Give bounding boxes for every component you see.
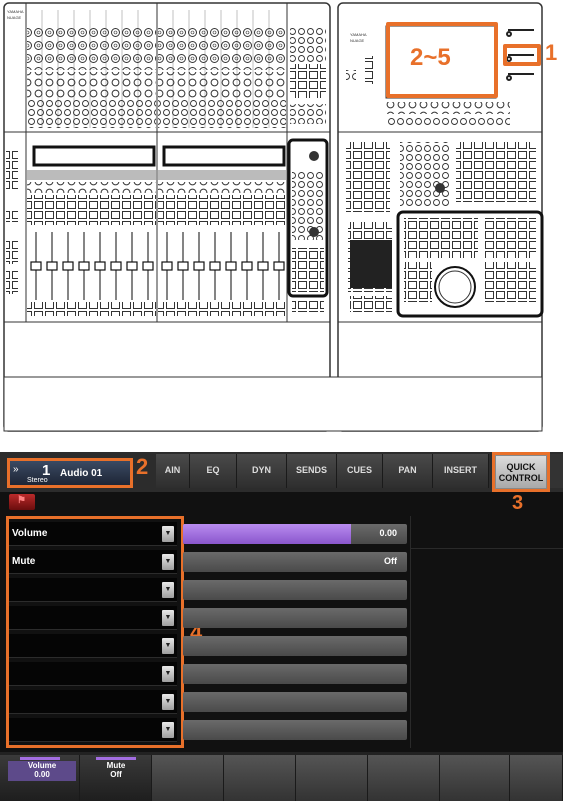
callout-2-5: 2~5 [410,44,451,71]
track-type: Stereo [27,477,48,484]
dropdown-arrow-icon[interactable]: ▼ [162,610,174,626]
track-name: Audio 01 [60,468,103,479]
dropdown-arrow-icon[interactable]: ▼ [162,526,174,542]
selection-indicator [20,757,60,760]
tab-sends[interactable]: SENDS [287,454,337,488]
tab-dyn[interactable]: DYN [237,454,287,488]
svg-text:NUAGE: NUAGE [350,38,365,43]
parameter-value-slider[interactable] [183,720,407,740]
parameter-row[interactable]: Volume ▼ [9,522,177,546]
soft-key-6[interactable] [368,755,440,801]
tab-insert[interactable]: INSERT [433,454,489,488]
soft-key-label: Volume [27,761,57,770]
parameter-row[interactable]: Mute ▼ [9,550,177,574]
parameter-value: 0.00 [379,528,397,538]
quick-control-line1: QUICK [506,462,536,472]
quick-control-line2: CONTROL [498,473,544,483]
parameter-label: Mute [12,556,36,567]
parameter-value-slider[interactable] [183,692,407,712]
parameter-value-slider[interactable]: 0.00 [183,524,407,544]
dropdown-arrow-icon[interactable]: ▼ [162,722,174,738]
dropdown-arrow-icon[interactable]: ▼ [162,638,174,654]
parameter-row[interactable]: ▼ [9,634,177,658]
parameter-row[interactable]: ▼ [9,606,177,630]
soft-key-value: 0.00 [34,770,50,779]
nuage-console-diagram: YAMAHA NUAGE YAMAHA NUAGE 2~5 1 [0,0,563,440]
tab-eq[interactable]: EQ [190,454,237,488]
row-divider [411,548,563,549]
callout-2: 2 [136,454,149,479]
parameter-value-slider[interactable]: Off [183,552,407,572]
dropdown-arrow-icon[interactable]: ▼ [162,582,174,598]
button-callout-box [503,44,541,66]
track-selector[interactable]: » 1 Stereo Audio 01 [7,458,133,488]
parameter-value-slider[interactable] [183,608,407,628]
soft-key-mute[interactable]: Mute Off [80,755,152,801]
parameter-value-slider[interactable] [183,580,407,600]
parameter-value: Off [384,556,397,566]
parameter-label: Volume [12,528,48,539]
soft-key-label: Mute [106,761,126,770]
parameter-row[interactable]: ▼ [9,690,177,714]
parameter-value-slider[interactable] [183,664,407,684]
parameter-value-slider[interactable] [183,636,407,656]
tab-main[interactable]: AIN [156,454,190,488]
soft-key-4[interactable] [224,755,296,801]
record-indicator[interactable]: ⚑ [9,494,35,510]
volume-value-box: Volume 0.00 [8,761,76,781]
left-unit: YAMAHA NUAGE [3,2,331,432]
right-brand: YAMAHA [350,32,367,37]
panel-divider [410,516,411,748]
left-brand: YAMAHA [7,9,24,14]
svg-text:NUAGE: NUAGE [7,15,22,20]
parameter-row[interactable]: ▼ [9,718,177,742]
soft-key-3[interactable] [152,755,224,801]
console-armrest [3,376,543,432]
selection-indicator [96,757,136,760]
tab-cues[interactable]: CUES [337,454,383,488]
tab-quick-control[interactable]: QUICK CONTROL [495,455,547,489]
callout-3: 3 [512,492,524,514]
parameter-row[interactable]: ▼ [9,578,177,602]
control-room-screen: » 1 Stereo Audio 01 2 AIN EQ DYN SENDS C… [0,452,563,801]
parameter-row[interactable]: ▼ [9,662,177,686]
dropdown-arrow-icon[interactable]: ▼ [162,694,174,710]
flag-icon: ⚑ [17,495,26,506]
forward-arrows-icon: » [13,464,19,475]
dropdown-arrow-icon[interactable]: ▼ [162,554,174,570]
dropdown-arrow-icon[interactable]: ▼ [162,666,174,682]
soft-key-7[interactable] [440,755,510,801]
soft-key-value: Off [110,770,122,779]
soft-key-volume[interactable]: Volume 0.00 [0,755,80,801]
value-fill [183,524,351,544]
callout-1: 1 [545,40,558,65]
soft-key-8[interactable] [510,755,563,801]
tab-overflow [550,454,563,488]
tab-pan[interactable]: PAN [383,454,433,488]
soft-key-5[interactable] [296,755,368,801]
